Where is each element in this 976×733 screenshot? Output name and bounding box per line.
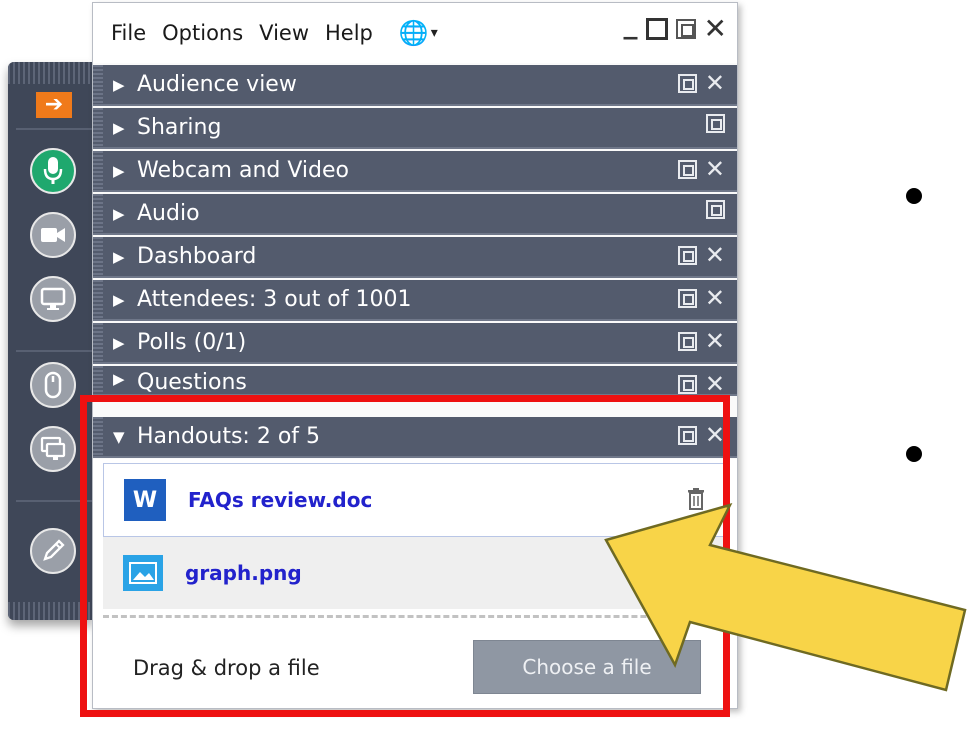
bullet-point: [906, 446, 922, 462]
bullet-point: [906, 188, 922, 204]
callout-arrow-icon: [604, 503, 967, 692]
